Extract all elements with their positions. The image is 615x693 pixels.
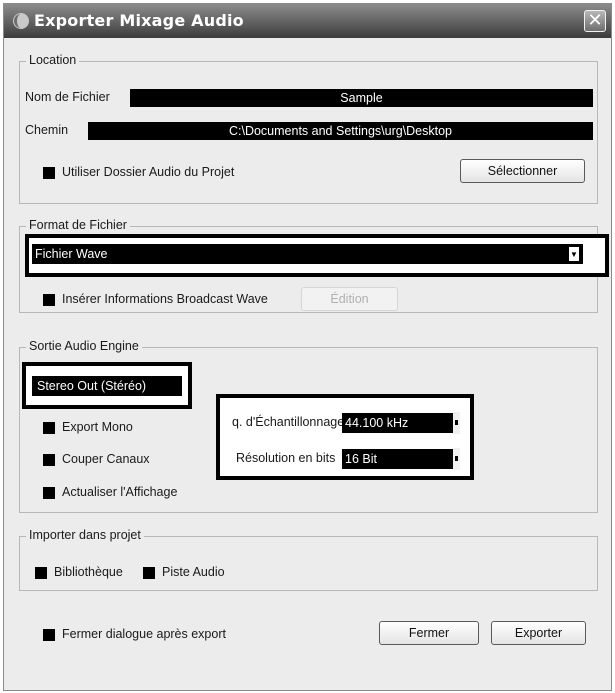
use-project-folder-checkbox[interactable] xyxy=(43,167,55,179)
select-button[interactable]: Sélectionner xyxy=(460,159,585,183)
chevron-down-icon[interactable]: ▼ xyxy=(568,246,580,262)
output-selector[interactable]: Stereo Out (Stéréo) xyxy=(32,376,182,396)
export-button[interactable]: Exporter xyxy=(491,621,586,645)
format-legend: Format de Fichier xyxy=(26,218,130,232)
engine-legend: Sortie Audio Engine xyxy=(26,339,142,353)
export-mono-checkbox[interactable] xyxy=(43,422,55,434)
app-icon xyxy=(13,13,29,29)
title-bar[interactable]: Exporter Mixage Audio ✕ xyxy=(4,4,611,38)
filename-input[interactable]: Sample xyxy=(130,89,593,107)
library-label: Bibliothèque xyxy=(54,565,123,579)
bit-depth-arrow-icon[interactable] xyxy=(453,448,460,470)
broadcast-wave-checkbox[interactable] xyxy=(43,294,55,306)
close-after-export-label: Fermer dialogue après export xyxy=(62,627,226,641)
split-channels-checkbox[interactable] xyxy=(43,454,55,466)
dialog-title: Exporter Mixage Audio xyxy=(34,11,244,30)
path-label: Chemin xyxy=(25,123,69,137)
close-after-export-checkbox[interactable] xyxy=(43,629,55,641)
sample-rate-arrow-icon[interactable] xyxy=(453,412,460,434)
close-icon[interactable]: ✕ xyxy=(584,10,606,32)
update-display-checkbox[interactable] xyxy=(43,487,55,499)
broadcast-wave-label: Insérer Informations Broadcast Wave xyxy=(62,292,268,306)
audio-track-label: Piste Audio xyxy=(162,565,225,579)
sample-rate-label: q. d'Échantillonnage xyxy=(232,415,345,429)
bit-depth-label: Résolution en bits xyxy=(236,451,336,465)
split-channels-label: Couper Canaux xyxy=(62,452,150,466)
sample-rate-select[interactable]: 44.100 kHz xyxy=(342,413,453,433)
format-dropdown[interactable]: Fichier Wave xyxy=(32,244,583,264)
export-mono-label: Export Mono xyxy=(62,420,133,434)
close-button[interactable]: Fermer xyxy=(379,621,479,645)
audio-track-checkbox[interactable] xyxy=(143,567,155,579)
export-audio-dialog: Exporter Mixage Audio ✕ Location Nom de … xyxy=(3,3,612,691)
library-checkbox[interactable] xyxy=(35,567,47,579)
import-legend: Importer dans projet xyxy=(26,528,144,542)
import-group: Importer dans projet xyxy=(19,528,598,591)
filename-label: Nom de Fichier xyxy=(25,90,110,104)
edit-button[interactable]: Édition xyxy=(301,287,398,311)
location-legend: Location xyxy=(26,53,80,67)
path-input[interactable]: C:\Documents and Settings\urg\Desktop xyxy=(88,122,593,140)
update-display-label: Actualiser l'Affichage xyxy=(62,485,178,499)
use-project-folder-label: Utiliser Dossier Audio du Projet xyxy=(62,165,235,179)
bit-depth-select[interactable]: 16 Bit xyxy=(342,449,453,469)
